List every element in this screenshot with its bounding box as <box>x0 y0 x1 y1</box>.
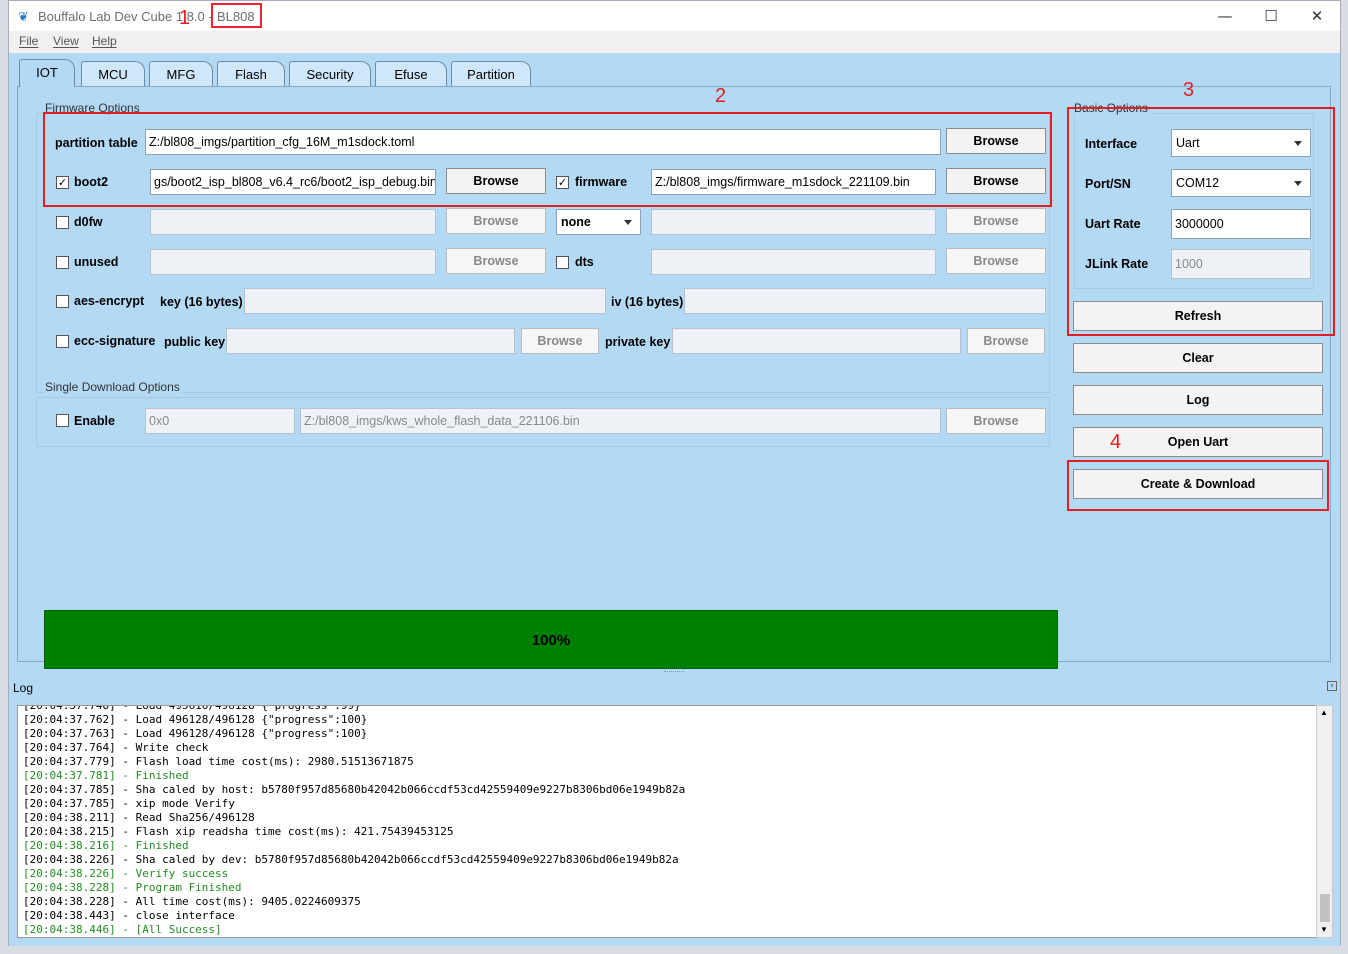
single-download-title: Single Download Options <box>43 380 182 394</box>
d0fw-select-value: none <box>561 215 591 229</box>
private-key-input[interactable] <box>672 328 961 354</box>
dts-path-input[interactable] <box>651 249 936 275</box>
annotation-3: 3 <box>1183 79 1195 101</box>
maximize-button[interactable]: ☐ <box>1248 1 1294 31</box>
close-button[interactable]: ✕ <box>1294 1 1340 31</box>
public-key-label: public key <box>164 335 226 349</box>
progress-label: 100% <box>531 632 571 649</box>
tab-mfg[interactable]: MFG <box>149 61 213 87</box>
log-line: [20:04:38.226] - Sha caled by dev: b5780… <box>23 853 679 866</box>
dts-checkbox[interactable] <box>556 256 569 269</box>
unused-browse-button[interactable]: Browse <box>446 248 546 274</box>
ecc-signature-label: ecc-signature <box>74 334 156 348</box>
public-key-input[interactable] <box>226 328 515 354</box>
clear-button[interactable]: Clear <box>1073 343 1323 373</box>
unused-label: unused <box>74 255 119 269</box>
log-line: [20:04:37.748] - Load 495616/496128 {"pr… <box>23 705 361 712</box>
menu-bar: File View Help <box>9 31 1340 53</box>
d0fw-dts-select[interactable]: none <box>556 209 641 235</box>
aes-key-input[interactable] <box>244 288 606 314</box>
aes-key-label: key (16 bytes) <box>160 295 243 309</box>
log-line: [20:04:38.443] - close interface <box>23 909 235 922</box>
tab-flash[interactable]: Flash <box>217 61 285 87</box>
public-key-browse-button[interactable]: Browse <box>521 328 599 354</box>
log-scrollbar[interactable]: ▲ ▼ <box>1316 705 1333 938</box>
d0fw-browse-button[interactable]: Browse <box>446 208 546 234</box>
annotation-box-4 <box>1067 460 1329 511</box>
log-line: [20:04:37.785] - Sha caled by host: b578… <box>23 783 686 796</box>
unused-path-input[interactable] <box>150 249 436 275</box>
dts-label: dts <box>575 255 594 269</box>
chip-name: BL808 <box>211 3 262 28</box>
single-enable-label: Enable <box>74 414 115 428</box>
aes-encrypt-label: aes-encrypt <box>74 294 145 308</box>
log-line: [20:04:38.228] - Program Finished <box>23 881 242 894</box>
menu-view[interactable]: View <box>53 34 79 48</box>
bouffalo-logo-icon: ❦ <box>18 9 29 24</box>
tab-partition[interactable]: Partition <box>451 61 531 87</box>
tab-security[interactable]: Security <box>289 61 371 87</box>
log-line: [20:04:38.226] - Verify success <box>23 867 229 880</box>
log-title: Log <box>13 681 34 695</box>
single-browse-button[interactable]: Browse <box>946 408 1046 434</box>
splitter-handle[interactable] <box>664 671 684 673</box>
log-line: [20:04:38.215] - Flash xip readsha time … <box>23 825 454 838</box>
log-button[interactable]: Log <box>1073 385 1323 415</box>
title-bar: ❦ Bouffalo Lab Dev Cube 1.8.0 - BL808 1 … <box>9 1 1340 31</box>
tab-efuse[interactable]: Efuse <box>375 61 447 87</box>
d0fw-extra-input[interactable] <box>651 209 936 235</box>
annotation-1: 1 <box>179 7 191 29</box>
ecc-signature-checkbox[interactable] <box>56 335 69 348</box>
tab-iot[interactable]: IOT <box>19 59 75 87</box>
main-area: IOT MCU MFG Flash Security Efuse Partiti… <box>9 53 1340 946</box>
log-line: [20:04:38.228] - All time cost(ms): 9405… <box>23 895 361 908</box>
tab-panel-iot: Firmware Options partition table Z:/bl80… <box>17 79 1335 669</box>
annotation-4: 4 <box>1110 431 1122 453</box>
log-lines: [20:04:37.748] - Load 495616/496128 {"pr… <box>23 705 686 937</box>
log-line: [20:04:37.779] - Flash load time cost(ms… <box>23 755 414 768</box>
log-line: [20:04:37.781] - Finished <box>23 769 189 782</box>
log-text-area[interactable]: [20:04:37.748] - Load 495616/496128 {"pr… <box>17 705 1317 938</box>
undock-icon[interactable]: ▫ <box>1327 681 1337 691</box>
scroll-up-icon[interactable]: ▲ <box>1320 708 1328 717</box>
single-file-input[interactable]: Z:/bl808_imgs/kws_whole_flash_data_22110… <box>300 408 941 434</box>
d0fw-extra-browse-button[interactable]: Browse <box>946 208 1046 234</box>
single-address-input[interactable]: 0x0 <box>145 408 295 434</box>
annotation-box-3 <box>1067 107 1335 336</box>
unused-checkbox[interactable] <box>56 256 69 269</box>
log-line: [20:04:38.211] - Read Sha256/496128 <box>23 811 255 824</box>
d0fw-label: d0fw <box>74 215 103 229</box>
chevron-down-icon <box>624 220 632 225</box>
private-key-label: private key <box>605 335 671 349</box>
aes-encrypt-checkbox[interactable] <box>56 295 69 308</box>
menu-help[interactable]: Help <box>92 34 117 48</box>
single-enable-checkbox[interactable] <box>56 414 69 427</box>
minimize-button[interactable]: — <box>1202 1 1248 31</box>
app-window: ❦ Bouffalo Lab Dev Cube 1.8.0 - BL808 1 … <box>8 0 1341 946</box>
aes-iv-label: iv (16 bytes) <box>611 295 684 309</box>
scroll-thumb[interactable] <box>1320 894 1330 922</box>
log-line: [20:04:37.762] - Load 496128/496128 {"pr… <box>23 713 368 726</box>
log-line: [20:04:38.216] - Finished <box>23 839 189 852</box>
scroll-down-icon[interactable]: ▼ <box>1320 925 1328 934</box>
log-line: [20:04:38.446] - [All Success] <box>23 923 222 936</box>
aes-iv-input[interactable] <box>684 288 1046 314</box>
d0fw-path-input[interactable] <box>150 209 436 235</box>
tab-mcu[interactable]: MCU <box>81 61 145 87</box>
log-line: [20:04:37.785] - xip mode Verify <box>23 797 235 810</box>
annotation-2: 2 <box>715 85 727 107</box>
log-line: [20:04:37.764] - Write check <box>23 741 209 754</box>
private-key-browse-button[interactable]: Browse <box>967 328 1045 354</box>
log-line: [20:04:37.763] - Load 496128/496128 {"pr… <box>23 727 368 740</box>
annotation-box-2 <box>43 112 1052 207</box>
d0fw-checkbox[interactable] <box>56 216 69 229</box>
menu-file[interactable]: File <box>19 34 38 48</box>
dts-browse-button[interactable]: Browse <box>946 248 1046 274</box>
progress-bar: 100% <box>44 610 1058 669</box>
